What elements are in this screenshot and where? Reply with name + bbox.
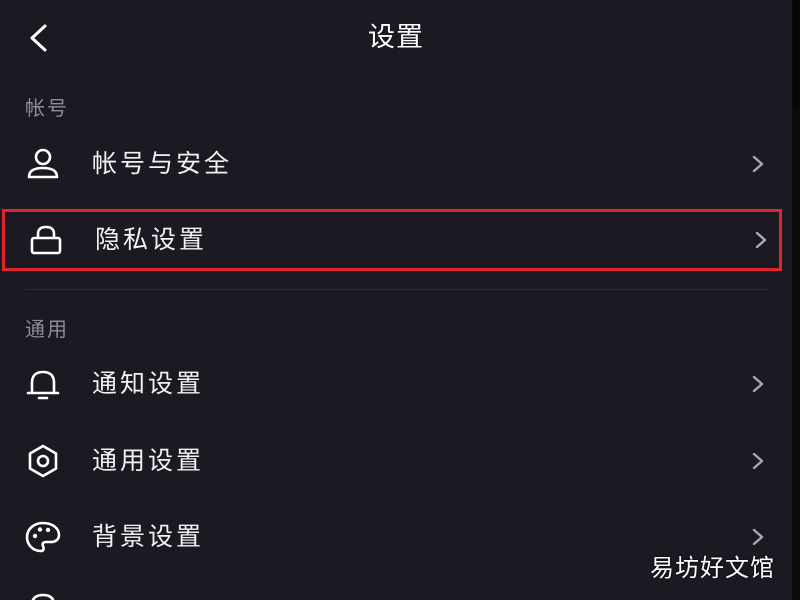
chevron-right-icon	[748, 525, 768, 549]
section-title-account: 帐号	[25, 96, 69, 120]
chevron-right-icon	[751, 228, 771, 252]
chevron-right-icon	[748, 152, 768, 176]
settings-item-label: 隐私设置	[95, 225, 208, 254]
settings-item-label: 通用设置	[92, 446, 205, 475]
scrollbar[interactable]	[792, 0, 800, 600]
settings-item-notifications[interactable]: 通知设置	[0, 349, 792, 419]
section-title-general: 通用	[25, 317, 69, 341]
chevron-right-icon	[748, 449, 768, 473]
partial-icon	[28, 590, 58, 600]
gear-icon	[24, 444, 62, 478]
bell-icon	[24, 367, 62, 401]
settings-item-label: 通知设置	[92, 369, 205, 398]
page-title: 设置	[368, 22, 424, 53]
settings-item-account-security[interactable]: 帐号与安全	[0, 129, 792, 199]
lock-icon	[27, 223, 65, 257]
settings-item-label: 背景设置	[92, 522, 205, 551]
watermark: 易坊好文馆	[650, 554, 775, 582]
section-divider	[25, 289, 770, 290]
settings-item-label: 帐号与安全	[92, 149, 233, 178]
settings-screen: 设置 帐号 帐号与安全 隐私设置 通用 通知设置 通用设置 背景设置 易坊好文馆	[0, 0, 800, 600]
header: 设置	[0, 0, 792, 78]
settings-item-general[interactable]: 通用设置	[0, 426, 792, 496]
chevron-right-icon	[748, 372, 768, 396]
user-icon	[24, 147, 62, 181]
palette-icon	[24, 520, 62, 554]
settings-item-privacy[interactable]: 隐私设置	[2, 209, 782, 271]
scrollbar-thumb[interactable]	[793, 0, 799, 110]
